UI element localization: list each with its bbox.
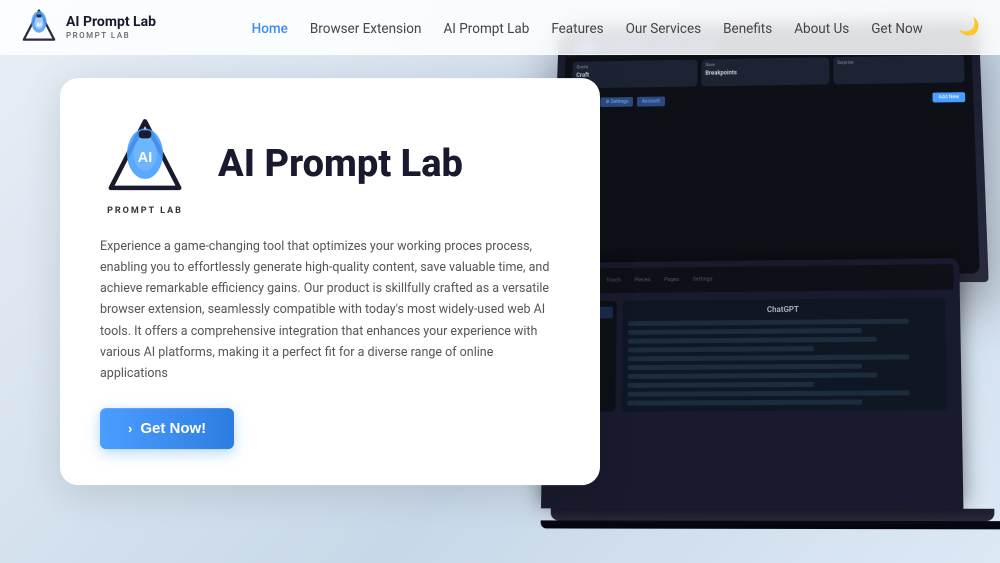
hero-description: Experience a game-changing tool that opt…	[100, 236, 560, 385]
get-now-button[interactable]: › Get Now!	[100, 408, 234, 449]
dark-mode-toggle[interactable]: 🌙	[945, 17, 980, 37]
get-now-label: Get Now!	[140, 420, 206, 437]
dark-mode-icon[interactable]: 🌙	[959, 17, 980, 37]
nav-link-home[interactable]: Home	[252, 21, 288, 37]
nav-link-ai-prompt-lab[interactable]: AI Prompt Lab	[443, 21, 529, 37]
nav-item-benefits[interactable]: Benefits	[723, 18, 772, 37]
logo-icon: AI	[20, 8, 58, 46]
svg-text:AI: AI	[138, 149, 152, 165]
nav-item-home[interactable]: Home	[252, 18, 288, 37]
nav-link-about-us[interactable]: About Us	[794, 21, 849, 37]
chevron-right-icon: ›	[128, 421, 132, 436]
nav-item-features[interactable]: Features	[551, 18, 603, 37]
nav-item-get-now[interactable]: Get Now	[871, 18, 923, 37]
nav-item-browser-extension[interactable]: Browser Extension	[310, 18, 422, 37]
hero-logo-label: PROMPT LAB	[107, 206, 183, 216]
nav-link-features[interactable]: Features	[551, 21, 603, 37]
nav-link-get-now[interactable]: Get Now	[871, 21, 923, 37]
site-name: AI Prompt Lab	[66, 14, 156, 31]
logo-subtext: PROMPT LAB	[66, 31, 156, 40]
logo-text-area: AI Prompt Lab PROMPT LAB	[66, 14, 156, 40]
nav-item-our-services[interactable]: Our Services	[626, 18, 702, 37]
hero-logo-icon: AI	[100, 114, 190, 204]
hero-title: AI Prompt Lab	[218, 144, 463, 186]
hero-card: AI PROMPT LAB AI Prompt Lab Experience a…	[60, 78, 600, 486]
hero-top: AI PROMPT LAB AI Prompt Lab	[100, 114, 560, 216]
nav-item-about-us[interactable]: About Us	[794, 18, 849, 37]
hero-logo: AI PROMPT LAB	[100, 114, 190, 216]
nav-links: Home Browser Extension AI Prompt Lab Fea…	[252, 17, 980, 37]
logo: AI AI Prompt Lab PROMPT LAB	[20, 8, 156, 46]
navbar: AI AI Prompt Lab PROMPT LAB Home Browser…	[0, 0, 1000, 55]
nav-item-ai-prompt-lab[interactable]: AI Prompt Lab	[443, 18, 529, 37]
svg-text:AI: AI	[35, 22, 42, 28]
nav-link-benefits[interactable]: Benefits	[723, 21, 772, 37]
nav-link-browser-extension[interactable]: Browser Extension	[310, 21, 422, 37]
nav-link-our-services[interactable]: Our Services	[626, 21, 702, 37]
